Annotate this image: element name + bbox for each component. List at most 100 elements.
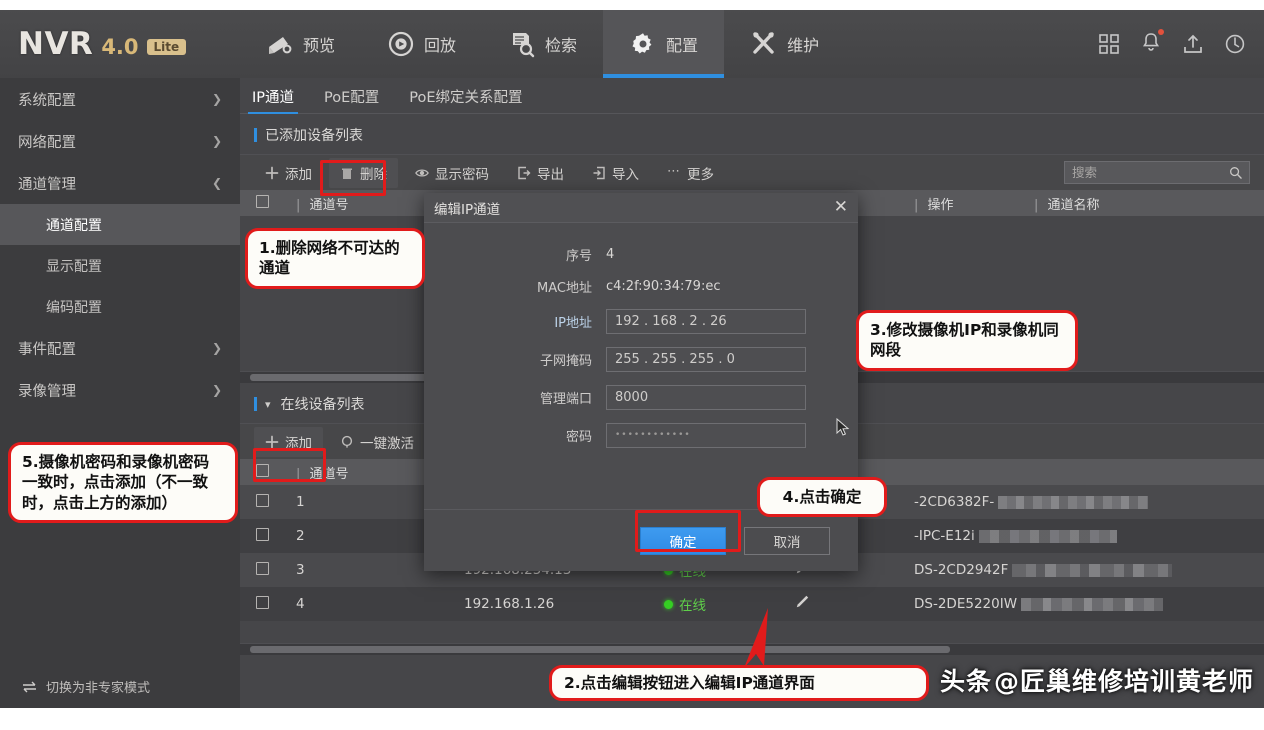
row-checkbox[interactable] [240,595,284,613]
checkbox-icon[interactable] [255,463,269,477]
annotation-3: 3.修改摄像机IP和录像机同网段 [856,310,1078,371]
header-label: 通道名称 [1047,197,1100,213]
nav-item-configuration[interactable]: 配置 [603,10,725,78]
scrollbar-thumb[interactable] [250,646,950,653]
column-separator: | [296,197,301,213]
subnet-mask-input[interactable]: 255 . 255 . 255 . 0 [606,347,806,372]
search-input[interactable] [1072,165,1229,180]
export-icon[interactable] [1182,33,1204,55]
online-add-button[interactable]: 添加 [254,426,323,457]
checkbox-icon[interactable] [255,493,269,507]
brand-name: NVR [18,26,94,62]
nav-label: 检索 [545,36,578,55]
row-channel: 4 [296,596,305,612]
sidebar-item-channel-management[interactable]: 通道管理 ❮ [0,162,240,204]
sidebar-item-label: 系统配置 [18,92,76,109]
row-checkbox[interactable] [240,561,284,579]
export-arrow-icon [518,166,531,179]
column-separator: | [1034,197,1039,213]
annotation-text: 1.删除网络不可达的通道 [259,239,400,278]
edit-pencil-icon[interactable] [794,594,810,610]
header-operation: | 操作 [914,194,1034,213]
password-input[interactable]: •••••••••••• [606,423,806,448]
nav-label: 预览 [303,36,336,55]
top-right-icons [1098,29,1264,57]
nav-item-preview[interactable]: 预览 [240,10,361,78]
button-label: 删除 [360,166,387,183]
sidebar-item-record-management[interactable]: 录像管理 ❯ [0,369,240,411]
tab-poe-config[interactable]: PoE配置 [324,86,379,113]
dialog-title: 编辑IP通道 [434,201,501,218]
nav-item-search[interactable]: 检索 [482,10,603,78]
gear-icon [632,33,652,54]
added-device-list-title: 已添加设备列表 [240,114,1264,154]
playback-icon [388,31,414,57]
sidebar-item-system-config[interactable]: 系统配置 ❯ [0,78,240,120]
search-icon[interactable] [1229,166,1242,179]
eye-icon [415,169,429,176]
tab-poe-binding-config[interactable]: PoE绑定关系配置 [409,86,522,113]
bell-wrap[interactable] [1140,29,1164,57]
one-click-activate-button[interactable]: 一键激活 [329,427,425,457]
nav-item-playback[interactable]: 回放 [361,10,482,78]
checkbox-icon[interactable] [255,561,269,575]
chevron-right-icon: ❯ [211,134,222,148]
more-button[interactable]: ⋯ 更多 [656,158,725,188]
sidebar-subitem-label: 通道配置 [46,217,102,234]
row-checkbox[interactable] [240,527,284,545]
close-icon[interactable]: ✕ [834,199,848,216]
row-model: -IPC-E12i [914,528,1117,544]
management-port-input[interactable]: 8000 [606,385,806,410]
checkbox-icon[interactable] [255,194,269,208]
chevron-right-icon: ❯ [211,341,222,355]
tools-icon [753,32,774,54]
tab-ip-channel[interactable]: IP通道 [247,86,299,114]
sidebar-item-label: 网络配置 [18,134,76,151]
sidebar-item-network-config[interactable]: 网络配置 ❯ [0,120,240,162]
checkbox-icon[interactable] [255,527,269,541]
confirm-button[interactable]: 确定 [640,526,726,555]
camera-icon [269,37,292,54]
search-box[interactable] [1064,161,1250,184]
annotation-text: 5.摄像机密码和录像机密码一致时，点击添加（不一致时，点击上方的添加） [22,453,210,512]
sidebar-subitem-channel-config[interactable]: 通道配置 [0,204,240,245]
power-icon[interactable] [1224,33,1246,55]
nav-item-maintenance[interactable]: 维护 [724,10,845,78]
field-row-mac: MAC地址 c4:2f:90:34:79:ec [424,277,858,296]
chevron-right-icon: ❯ [211,92,222,106]
export-button[interactable]: 导出 [506,158,575,188]
sidebar-subitem-display-config[interactable]: 显示配置 [0,245,240,286]
dialog-footer: 确定 取消 [424,509,858,571]
sidebar-mode-switch[interactable]: 切换为非专家模式 [0,677,240,696]
header-label: 通道号 [309,197,349,213]
header-select-all[interactable] [240,194,284,212]
chevron-down-icon: ❮ [211,176,222,190]
field-value-mac: c4:2f:90:34:79:ec [606,279,721,294]
sidebar-item-label: 事件配置 [18,341,76,358]
sidebar-item-label: 通道管理 [18,176,76,193]
chevron-down-icon: ▾ [265,397,271,411]
cancel-button[interactable]: 取消 [744,526,830,555]
delete-device-button[interactable]: 删除 [329,157,398,188]
annotation-2: 2.点击编辑按钮进入编辑IP通道界面 [549,665,929,702]
header-select-all[interactable] [240,463,284,481]
ip-address-input[interactable]: 192 . 168 . 2 . 26 [606,309,806,334]
row-checkbox[interactable] [240,493,284,511]
add-device-button[interactable]: 添加 [254,158,323,188]
row-model-text: -IPC-E12i [914,528,975,544]
field-label: 序号 [565,249,592,264]
product-logo: NVR 4.0 Lite [0,26,240,62]
row-model: DS-2DE5220IW [914,596,1164,612]
grid-icon[interactable] [1098,33,1120,55]
content-tabs: IP通道 PoE配置 PoE绑定关系配置 [240,78,1264,114]
header-label: 操作 [927,197,954,213]
sidebar-item-event-config[interactable]: 事件配置 ❯ [0,327,240,369]
sidebar-subitem-encoding-config[interactable]: 编码配置 [0,286,240,327]
show-password-button[interactable]: 显示密码 [404,158,500,188]
row-ip: 192.168.1.26 [464,596,555,612]
row-edit-action[interactable] [794,594,914,614]
checkbox-icon[interactable] [255,595,269,609]
field-label: 密码 [565,430,592,445]
import-button[interactable]: 导入 [581,158,650,188]
button-label: 导入 [612,166,639,183]
